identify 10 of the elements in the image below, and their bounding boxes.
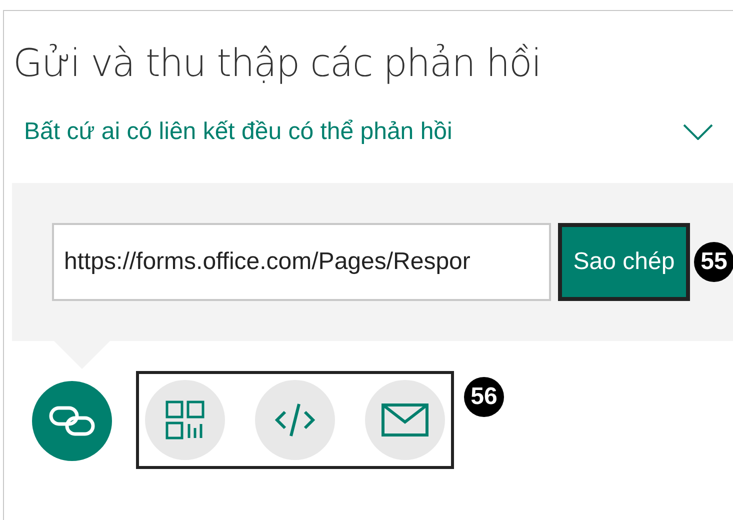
link-field[interactable]: https://forms.office.com/Pages/Respor [52,223,551,301]
page-title: Gửi và thu thập các phản hồi [12,40,542,85]
audience-dropdown[interactable]: Bất cứ ai có liên kết đều có thể phản hồi [24,118,452,146]
callout-badge: 55 [694,242,733,282]
chevron-down-icon[interactable] [683,124,713,140]
envelope-icon [381,403,429,437]
callout-badge: 56 [464,377,504,417]
qr-code-icon [165,400,205,440]
copy-button[interactable]: Sao chép [558,223,690,301]
link-icon [49,406,95,436]
